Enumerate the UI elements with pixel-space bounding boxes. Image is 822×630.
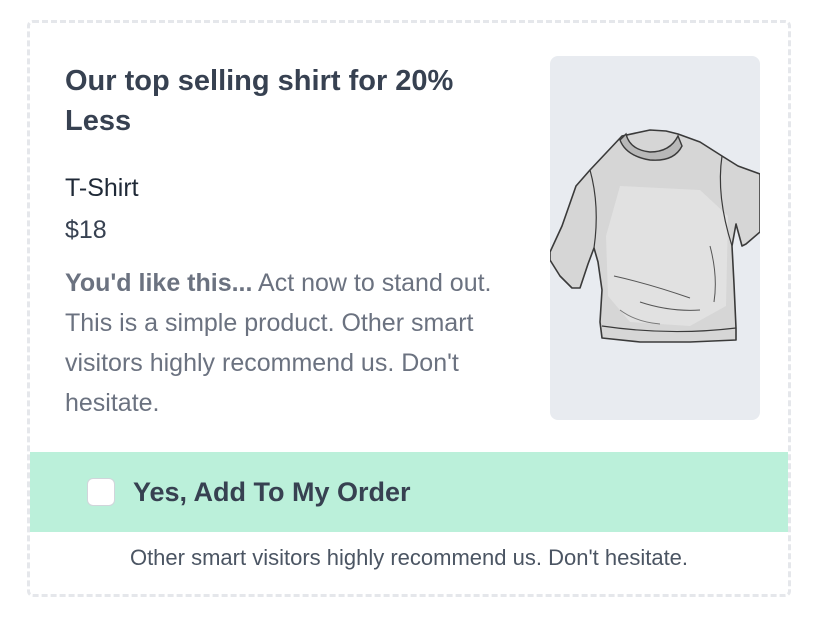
description-lead: You'd like this... [65,269,253,297]
product-price: $18 [65,216,107,244]
product-description: You'd like this... Act now to stand out.… [65,263,525,423]
add-to-order-toggle[interactable]: Yes, Add To My Order [30,452,788,532]
product-image [550,56,760,420]
add-to-order-checkbox[interactable] [87,478,115,506]
offer-headline: Our top selling shirt for 20% Less [65,65,454,137]
t-shirt-icon [550,129,760,343]
footer-note: Other smart visitors highly recommend us… [129,545,689,570]
product-name: T-Shirt [65,174,139,202]
upsell-offer-card: Our top selling shirt for 20% Less T-Shi… [27,20,791,597]
add-to-order-label[interactable]: Yes, Add To My Order [133,477,411,508]
